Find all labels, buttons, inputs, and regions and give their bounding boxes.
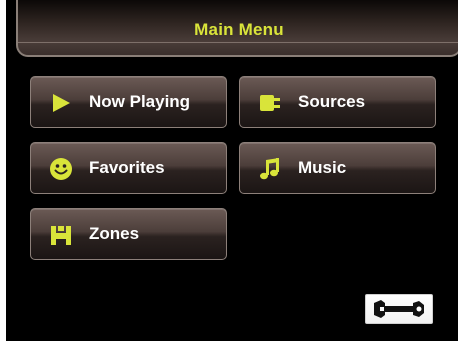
zones-label: Zones [89, 224, 140, 243]
header: Main Menu [16, 0, 458, 57]
now-playing-button[interactable]: Now Playing [30, 76, 227, 128]
zones-icon [49, 223, 73, 247]
page-title: Main Menu [194, 20, 284, 39]
screen: Main Menu Now Playing Sources Favorites … [6, 0, 458, 341]
settings-wrench-button[interactable] [365, 294, 433, 324]
wrench-icon [373, 299, 425, 319]
play-icon [49, 91, 73, 115]
sources-button[interactable]: Sources [239, 76, 436, 128]
now-playing-label: Now Playing [89, 92, 191, 111]
music-label: Music [298, 158, 347, 177]
sources-label: Sources [298, 92, 366, 111]
favorites-label: Favorites [89, 158, 165, 177]
music-button[interactable]: Music [239, 142, 436, 194]
favorites-button[interactable]: Favorites [30, 142, 227, 194]
music-note-icon [258, 157, 282, 181]
zones-button[interactable]: Zones [30, 208, 227, 260]
smiley-icon [49, 157, 73, 181]
plug-icon [258, 91, 282, 115]
